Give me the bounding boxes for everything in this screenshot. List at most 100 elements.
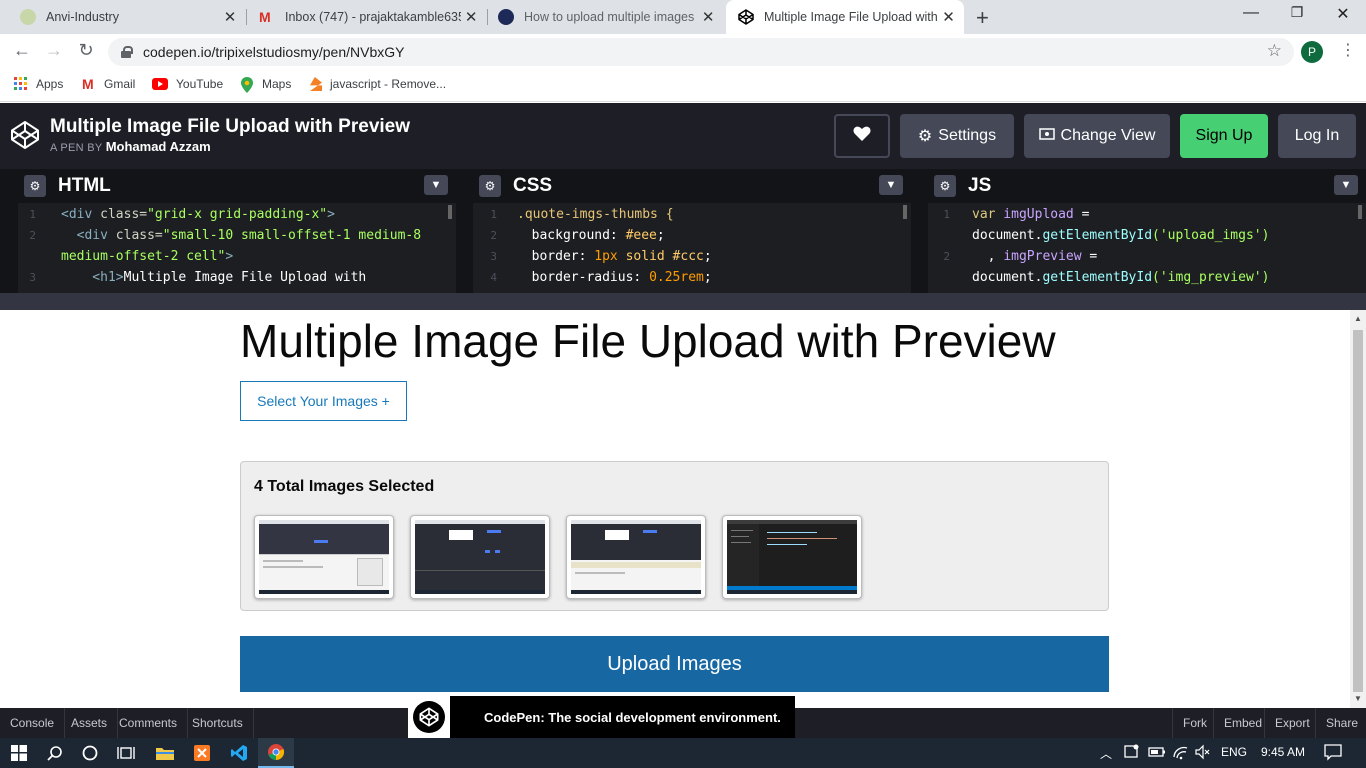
share-button[interactable]: Share — [1315, 708, 1366, 738]
minimize-icon[interactable]: — — [1228, 4, 1274, 22]
url-text[interactable]: codepen.io/tripixelstudiosmy/pen/NVbxGY — [143, 44, 404, 60]
editor-scrollbar[interactable] — [448, 205, 452, 219]
bookmarks-bar: Apps M Gmail YouTube Maps javascript - R… — [0, 70, 1366, 102]
language-indicator[interactable]: ENG — [1221, 745, 1247, 759]
new-tab-icon[interactable]: + — [976, 5, 989, 31]
js-code-area[interactable]: 1 var imgUpload = document.getElementByI… — [928, 203, 1366, 293]
like-button[interactable] — [834, 114, 890, 158]
bookmark-javascript[interactable]: javascript - Remove... — [310, 77, 446, 91]
layout-icon — [1038, 127, 1055, 145]
wifi-icon[interactable] — [1173, 744, 1189, 763]
chrome-icon[interactable] — [258, 738, 294, 768]
anvi-favicon-icon — [20, 9, 36, 25]
code-token: "grid-x grid-padding-x" — [147, 207, 328, 222]
tab-title: Inbox (747) - prajaktakamble635 — [285, 10, 462, 24]
log-in-button[interactable]: Log In — [1278, 114, 1356, 158]
lock-icon — [121, 46, 133, 58]
author-link[interactable]: Mohamad Azzam — [106, 139, 211, 154]
pen-title[interactable]: Multiple Image File Upload with Preview — [50, 116, 410, 138]
volume-muted-icon[interactable] — [1195, 744, 1211, 763]
upload-images-button[interactable]: Upload Images — [240, 636, 1109, 692]
scroll-down-icon[interactable]: ▼ — [1354, 694, 1362, 703]
editor-resize-bar[interactable] — [0, 293, 1366, 310]
codepen-favicon-icon — [738, 9, 754, 25]
task-view-icon[interactable] — [108, 738, 144, 768]
cortana-icon[interactable] — [72, 738, 108, 768]
chevron-down-icon[interactable]: ▼ — [1334, 175, 1358, 195]
editor-scrollbar[interactable] — [903, 205, 907, 219]
windows-start-icon[interactable] — [0, 738, 38, 768]
stackoverflow-icon — [310, 77, 322, 91]
chevron-down-icon[interactable]: ▼ — [424, 175, 448, 195]
html-editor: ⚙ HTML ▼ 1 <div class="grid-x grid-paddi… — [18, 169, 456, 293]
close-tab-icon[interactable]: ✕ — [461, 8, 481, 26]
bookmark-label: Apps — [36, 77, 64, 91]
file-explorer-icon[interactable] — [146, 738, 184, 768]
clock-time[interactable]: 9:45 AM — [1261, 745, 1305, 759]
action-center-tray-icon[interactable] — [1124, 744, 1140, 763]
menu-kebab-icon[interactable]: ⋮ — [1340, 40, 1356, 60]
editor-settings-gear-icon[interactable]: ⚙ — [24, 175, 46, 197]
close-tab-icon[interactable]: ✕ — [939, 8, 958, 26]
preview-scrollbar[interactable]: ▲ ▼ — [1350, 310, 1366, 708]
fork-button[interactable]: Fork — [1172, 708, 1217, 738]
image-thumbnail[interactable] — [566, 515, 706, 599]
select-images-button[interactable]: Select Your Images + — [240, 381, 407, 421]
close-tab-icon[interactable]: ✕ — [698, 8, 718, 26]
scroll-up-icon[interactable]: ▲ — [1354, 314, 1362, 323]
codepen-logo-icon[interactable] — [10, 120, 40, 150]
xampp-icon[interactable] — [184, 738, 220, 768]
change-view-button[interactable]: Change View — [1024, 114, 1170, 158]
forward-icon[interactable]: → — [42, 40, 66, 61]
line-number: 2 — [490, 229, 497, 242]
vscode-icon[interactable] — [220, 738, 258, 768]
bookmark-star-icon[interactable]: ☆ — [1267, 41, 1282, 61]
chevron-down-icon[interactable]: ▼ — [879, 175, 903, 195]
omnibox[interactable]: codepen.io/tripixelstudiosmy/pen/NVbxGY … — [108, 38, 1294, 66]
image-thumbnail[interactable] — [722, 515, 862, 599]
back-icon[interactable]: ← — [10, 40, 34, 61]
address-bar: ← → ↻ codepen.io/tripixelstudiosmy/pen/N… — [0, 34, 1366, 70]
browser-tab[interactable]: How to upload multiple images i ✕ — [488, 0, 724, 34]
tray-chevron-up-icon[interactable]: ︿ — [1100, 745, 1112, 762]
pen-author-line: A PEN BY Mohamad Azzam — [50, 139, 211, 154]
close-tab-icon[interactable]: ✕ — [220, 8, 240, 26]
bookmark-youtube[interactable]: YouTube — [152, 77, 223, 91]
line-number: 1 — [29, 208, 36, 221]
editor-settings-gear-icon[interactable]: ⚙ — [479, 175, 501, 197]
notifications-icon[interactable] — [1324, 743, 1342, 764]
html-code-area[interactable]: 1 <div class="grid-x grid-padding-x"> 2 … — [18, 203, 456, 293]
close-window-icon[interactable]: ✕ — [1320, 4, 1366, 24]
editor-settings-gear-icon[interactable]: ⚙ — [934, 175, 956, 197]
browser-tab[interactable]: M Inbox (747) - prajaktakamble635 ✕ — [247, 0, 487, 34]
css-code-area[interactable]: 1 .quote-imgs-thumbs { 2 background: #ee… — [473, 203, 911, 293]
gmail-icon: M — [82, 76, 94, 92]
comments-button[interactable]: Comments — [109, 708, 189, 738]
change-view-label: Change View — [1060, 127, 1156, 144]
codepen-toast[interactable]: CodePen: The social development environm… — [408, 696, 795, 738]
bookmark-apps[interactable]: Apps — [14, 77, 63, 91]
sign-up-button[interactable]: Sign Up — [1180, 114, 1268, 158]
code-token: imgUpload — [995, 207, 1074, 222]
browser-tab[interactable]: Anvi-Industry ✕ — [0, 0, 246, 34]
profile-avatar[interactable]: P — [1301, 41, 1323, 63]
bookmark-gmail[interactable]: M Gmail — [82, 77, 135, 91]
image-thumbnail[interactable] — [410, 515, 550, 599]
bookmark-maps[interactable]: Maps — [240, 77, 291, 93]
settings-label: Settings — [938, 127, 997, 144]
image-preview-box: 4 Total Images Selected — [240, 461, 1109, 611]
restore-icon[interactable]: ❐ — [1274, 4, 1320, 21]
editor-scrollbar[interactable] — [1358, 205, 1362, 219]
export-button[interactable]: Export — [1264, 708, 1320, 738]
settings-button[interactable]: ⚙ Settings — [900, 114, 1014, 158]
reload-icon[interactable]: ↻ — [74, 40, 98, 61]
browser-tab-active[interactable]: Multiple Image File Upload with P ✕ — [726, 0, 964, 34]
scrollbar-thumb[interactable] — [1353, 330, 1363, 692]
battery-icon[interactable] — [1148, 745, 1166, 762]
html-editor-header: ⚙ HTML ▼ — [18, 169, 456, 203]
code-token: "small-10 small-offset-1 medium-8 — [162, 228, 422, 243]
shortcuts-button[interactable]: Shortcuts — [182, 708, 254, 738]
console-button[interactable]: Console — [0, 708, 66, 738]
search-icon[interactable] — [38, 738, 72, 768]
image-thumbnail[interactable] — [254, 515, 394, 599]
